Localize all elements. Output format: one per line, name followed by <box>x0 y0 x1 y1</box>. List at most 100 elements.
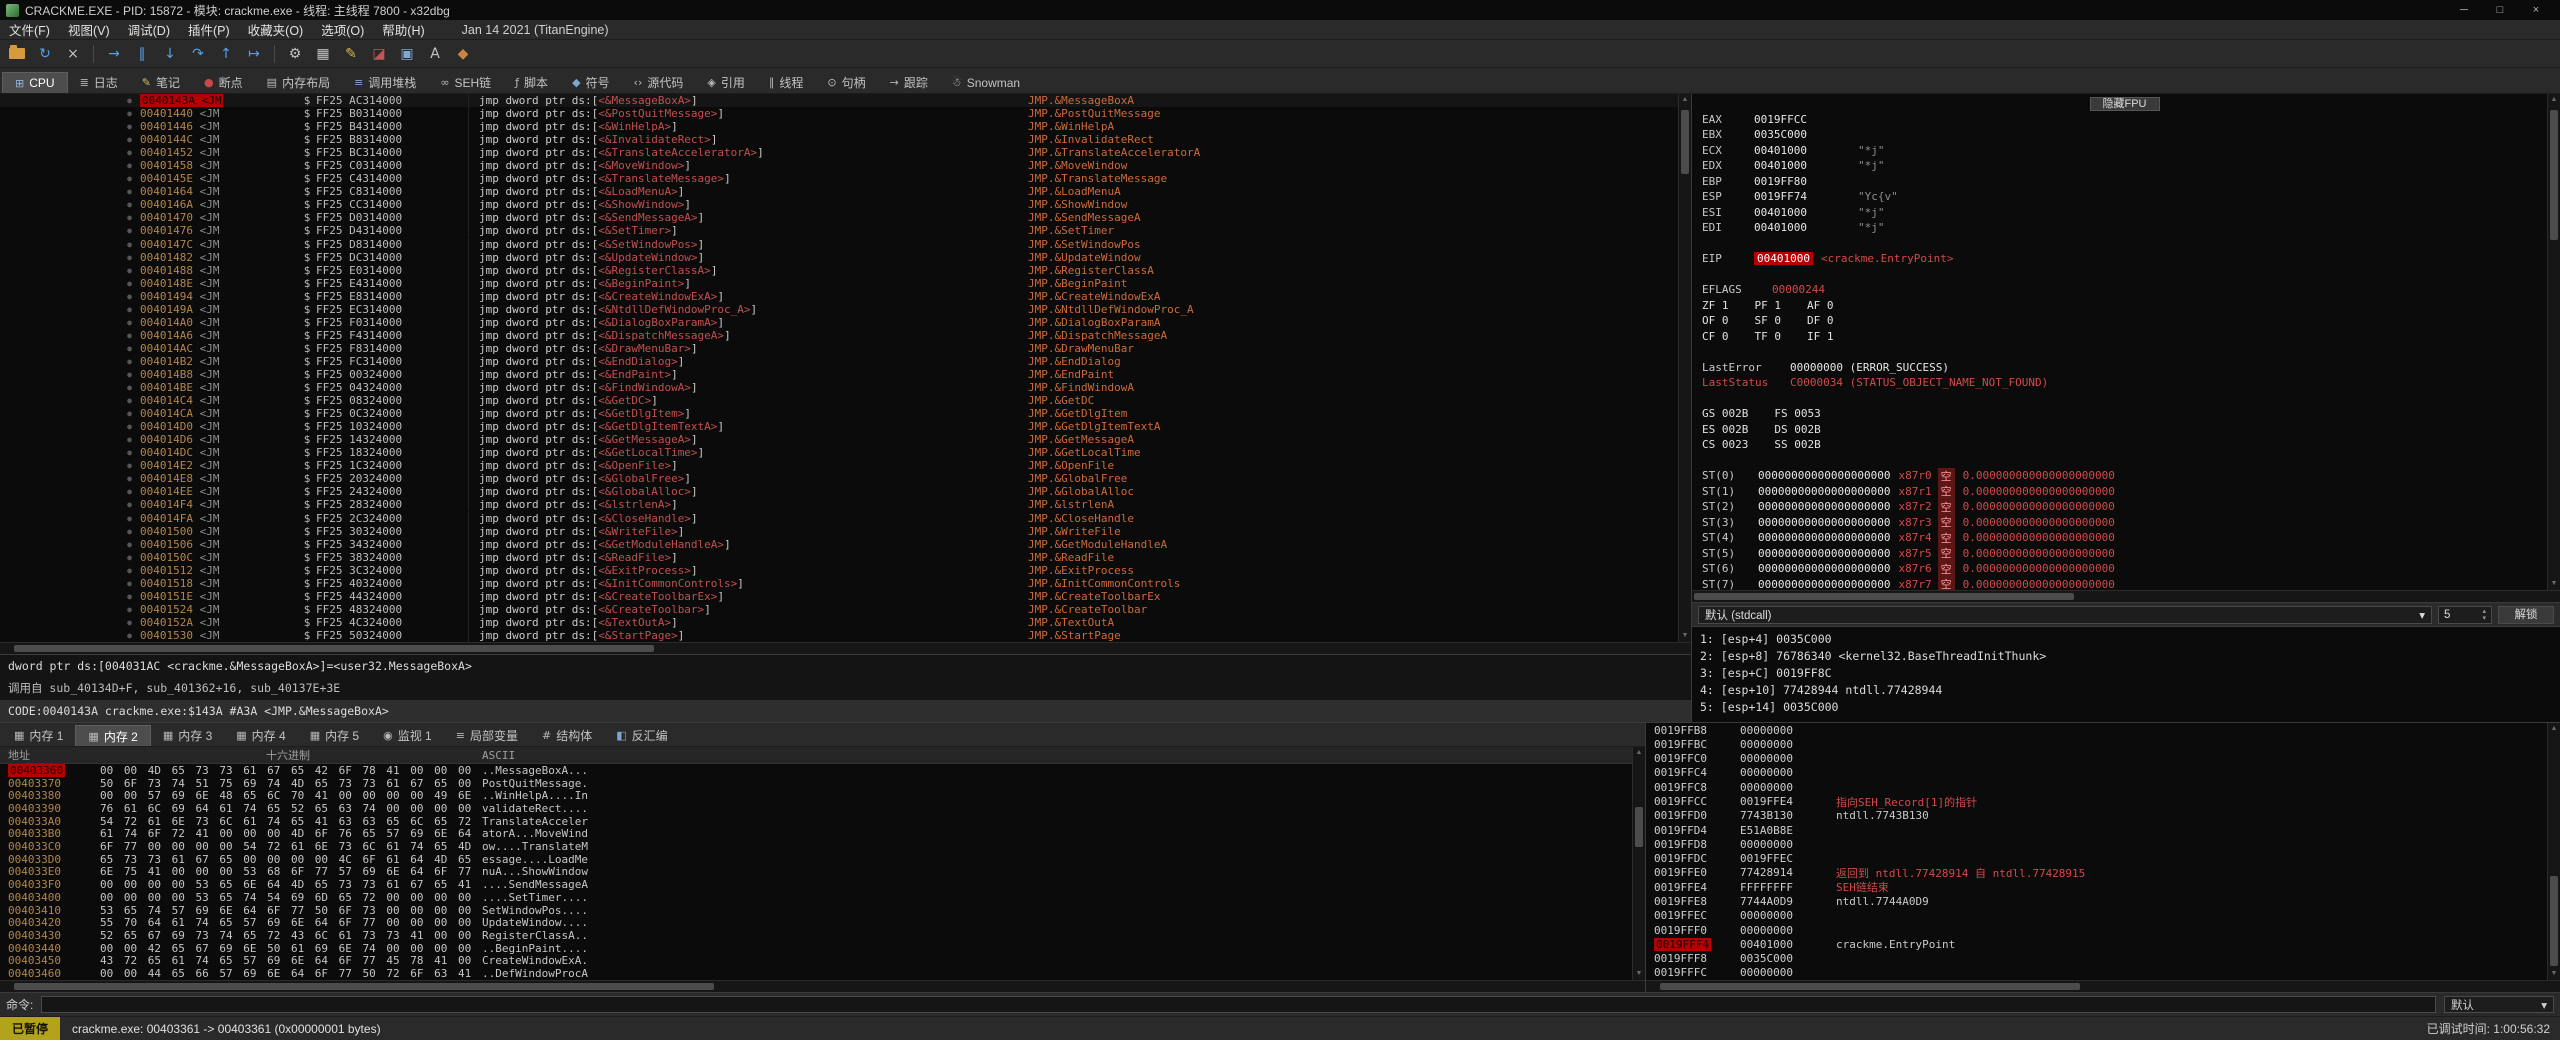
dump-row[interactable]: 00403400 00 00 00 00 53 65 74 54 69 6D 65… <box>0 891 1632 904</box>
spin-down-icon[interactable]: ▾ <box>2482 615 2486 622</box>
breakpoint-dot-icon[interactable]: ● <box>0 187 140 196</box>
disassembly-row[interactable]: ● 00401458 <JM $ FF25 C0314000 jmp dword ptr… <box>0 159 1678 173</box>
flag-zf[interactable]: ZF 1 <box>1702 299 1729 312</box>
flag-sf[interactable]: SF 0 <box>1755 314 1782 327</box>
scrollbar-thumb[interactable] <box>2550 110 2558 240</box>
tab-breakpoints[interactable]: ● 断点 <box>192 72 255 93</box>
scrollbar-thumb[interactable] <box>1635 807 1643 847</box>
tab-locals[interactable]: ≡ 局部变量 <box>444 725 530 746</box>
stack-row[interactable]: 0019FFD0 7743B130 ntdll.7743B130 <box>1646 809 2547 823</box>
disassembly-row[interactable]: ● 004014A6 <JM $ FF25 F4314000 jmp dword ptr… <box>0 328 1678 342</box>
fpu-register-value[interactable]: 00000000000000000000 <box>1758 578 1890 590</box>
disassembly-row[interactable]: ● 004014B2 <JM $ FF25 FC314000 jmp dword ptr… <box>0 354 1678 368</box>
stack-vscrollbar[interactable]: ▲ ▼ <box>2547 723 2560 980</box>
menu-item-1[interactable]: 视图(V) <box>59 20 119 39</box>
tab-memory-map[interactable]: ▤ 内存布局 <box>255 72 342 93</box>
run-button[interactable]: → <box>101 42 127 66</box>
breakpoint-dot-icon[interactable]: ● <box>0 514 140 523</box>
last-error-value[interactable]: 00000000 (ERROR_SUCCESS) <box>1790 361 1949 374</box>
disassembly-row[interactable]: ● 004014FA <JM $ FF25 2C324000 jmp dword ptr… <box>0 511 1678 525</box>
menu-item-2[interactable]: 调试(D) <box>119 20 179 39</box>
tab-trace[interactable]: → 跟踪 <box>878 72 940 93</box>
breakpoint-dot-icon[interactable]: ● <box>0 448 140 457</box>
argument-row-4[interactable]: 4: [esp+10] 77428944 ntdll.77428944 <box>1700 682 2560 699</box>
dump-row[interactable]: 00403390 76 61 6C 69 64 61 74 65 52 65 63… <box>0 802 1632 815</box>
dump-row[interactable]: 004033E0 6E 75 41 00 00 00 53 68 6F 77 57… <box>0 865 1632 878</box>
dump-row[interactable]: 004033B0 61 74 6F 72 41 00 00 00 4D 6F 76… <box>0 827 1632 840</box>
fpu-register-value[interactable]: 00000000000000000000 <box>1758 547 1890 560</box>
disassembly-row[interactable]: ● 00401440 <JM $ FF25 B0314000 jmp dword ptr… <box>0 107 1678 121</box>
settings-gear-button[interactable]: ⚙ <box>282 42 308 66</box>
breakpoint-dot-icon[interactable]: ● <box>0 566 140 575</box>
breakpoint-dot-icon[interactable]: ● <box>0 253 140 262</box>
registers-vscrollbar[interactable]: ▲ ▼ <box>2547 94 2560 590</box>
tab-dump-3[interactable]: ▦ 内存 3 <box>151 725 224 746</box>
disassembly-row[interactable]: ● 004014D6 <JM $ FF25 14324000 jmp dword ptr… <box>0 433 1678 447</box>
breakpoint-dot-icon[interactable]: ● <box>0 109 140 118</box>
argument-count-spinner[interactable]: 5 ▴ ▾ <box>2438 605 2492 624</box>
eflags-value[interactable]: 00000244 <box>1772 283 1876 296</box>
breakpoint-dot-icon[interactable]: ● <box>0 305 140 314</box>
segment-fs[interactable]: FS 0053 <box>1774 407 1820 420</box>
disassembly-row[interactable]: ● 00401524 <JM $ FF25 48324000 jmp dword ptr… <box>0 602 1678 616</box>
notes-pencil-button[interactable]: ✎ <box>338 42 364 66</box>
scrollbar-thumb[interactable] <box>1694 593 2074 600</box>
register-value-edi[interactable]: 00401000 <box>1754 221 1858 234</box>
dump-row[interactable]: 004033D0 65 73 73 61 67 65 00 00 00 00 4C… <box>0 853 1632 866</box>
breakpoint-dot-icon[interactable]: ● <box>0 161 140 170</box>
stack-row[interactable]: 0019FFF0 00000000 <box>1646 923 2547 937</box>
tab-dump-4[interactable]: ▦ 内存 4 <box>224 725 297 746</box>
breakpoint-dot-icon[interactable]: ● <box>0 174 140 183</box>
disassembly-row[interactable]: ● 00401506 <JM $ FF25 34324000 jmp dword ptr… <box>0 537 1678 551</box>
scroll-up-arrow-icon[interactable]: ▲ <box>2548 94 2560 106</box>
breakpoint-dot-icon[interactable]: ● <box>0 135 140 144</box>
last-status-value[interactable]: C0000034 (STATUS_OBJECT_NAME_NOT_FOUND) <box>1790 376 2048 389</box>
minimize-button[interactable]: ─ <box>2446 4 2482 16</box>
breakpoint-dot-icon[interactable]: ● <box>0 331 140 340</box>
step-over-button[interactable]: ↷ <box>185 42 211 66</box>
flag-of[interactable]: OF 0 <box>1702 314 1729 327</box>
open-file-button[interactable] <box>4 42 30 66</box>
breakpoint-dot-icon[interactable]: ● <box>0 474 140 483</box>
disassembly-row[interactable]: ● 004014EE <JM $ FF25 24324000 jmp dword ptr… <box>0 485 1678 499</box>
flag-if[interactable]: IF 1 <box>1807 330 1834 343</box>
disassembly-row[interactable]: ● 004014C4 <JM $ FF25 08324000 jmp dword ptr… <box>0 394 1678 408</box>
scroll-down-arrow-icon[interactable]: ▼ <box>2548 578 2560 590</box>
disassembly-row[interactable]: ● 00401452 <JM $ FF25 BC314000 jmp dword ptr… <box>0 146 1678 160</box>
argument-row-5[interactable]: 5: [esp+14] 0035C000 <box>1700 699 2560 716</box>
tab-log[interactable]: ≣ 日志 <box>68 72 130 93</box>
disassembly-row[interactable]: ● 004014BE <JM $ FF25 04324000 jmp dword ptr… <box>0 381 1678 395</box>
dump-row[interactable]: 00403450 43 72 65 61 74 65 57 69 6E 64 6F… <box>0 954 1632 967</box>
breakpoint-dot-icon[interactable]: ● <box>0 409 140 418</box>
scrollbar-thumb[interactable] <box>2550 876 2558 966</box>
breakpoint-dot-icon[interactable]: ● <box>0 279 140 288</box>
stack-row[interactable]: 0019FFE8 7744A0D9 ntdll.7744A0D9 <box>1646 894 2547 908</box>
hide-fpu-button[interactable]: 隐藏FPU <box>2089 96 2160 111</box>
disassembly-row[interactable]: ● 0040146A <JM $ FF25 CC314000 jmp dword ptr… <box>0 198 1678 212</box>
breakpoint-dot-icon[interactable]: ● <box>0 357 140 366</box>
command-input[interactable] <box>41 996 2436 1013</box>
disassembly-row[interactable]: ● 004014A0 <JM $ FF25 F0314000 jmp dword ptr… <box>0 315 1678 329</box>
disassembly-row[interactable]: ● 0040148E <JM $ FF25 E4314000 jmp dword ptr… <box>0 276 1678 290</box>
breakpoint-dot-icon[interactable]: ● <box>0 370 140 379</box>
breakpoint-dot-icon[interactable]: ● <box>0 266 140 275</box>
stack-row[interactable]: 0019FFCC 0019FFE4 指向SEH_Record[1]的指针 <box>1646 794 2547 809</box>
scroll-up-arrow-icon[interactable]: ▲ <box>1633 747 1645 759</box>
dump-row[interactable]: 00403360 00 00 4D 65 73 73 61 67 65 42 6F… <box>0 764 1632 777</box>
disassembly-row[interactable]: ● 00401512 <JM $ FF25 3C324000 jmp dword ptr… <box>0 563 1678 577</box>
disassembly-row[interactable]: ● 004014D0 <JM $ FF25 10324000 jmp dword ptr… <box>0 420 1678 434</box>
tab-struct[interactable]: # 结构体 <box>530 725 604 746</box>
tab-seh-chain[interactable]: ∞ SEH链 <box>428 72 503 93</box>
tab-threads[interactable]: ∥ 线程 <box>757 72 816 93</box>
dump-row[interactable]: 004033F0 00 00 00 00 53 65 6E 64 4D 65 73… <box>0 878 1632 891</box>
disassembly-row[interactable]: ● 00401494 <JM $ FF25 E8314000 jmp dword ptr… <box>0 289 1678 303</box>
scrollbar-thumb[interactable] <box>1681 110 1689 174</box>
disassembly-row[interactable]: ● 004014DC <JM $ FF25 18324000 jmp dword ptr… <box>0 446 1678 460</box>
breakpoint-dot-icon[interactable]: ● <box>0 527 140 536</box>
disassembly-row[interactable]: ● 0040145E <JM $ FF25 C4314000 jmp dword ptr… <box>0 172 1678 186</box>
breakpoint-dot-icon[interactable]: ● <box>0 226 140 235</box>
tab-call-stack[interactable]: ≡ 调用堆栈 <box>342 72 428 93</box>
scroll-down-arrow-icon[interactable]: ▼ <box>1633 968 1645 980</box>
dump-row[interactable]: 00403410 53 65 74 57 69 6E 64 6F 77 50 6F… <box>0 904 1632 917</box>
breakpoint-dot-icon[interactable]: ● <box>0 383 140 392</box>
